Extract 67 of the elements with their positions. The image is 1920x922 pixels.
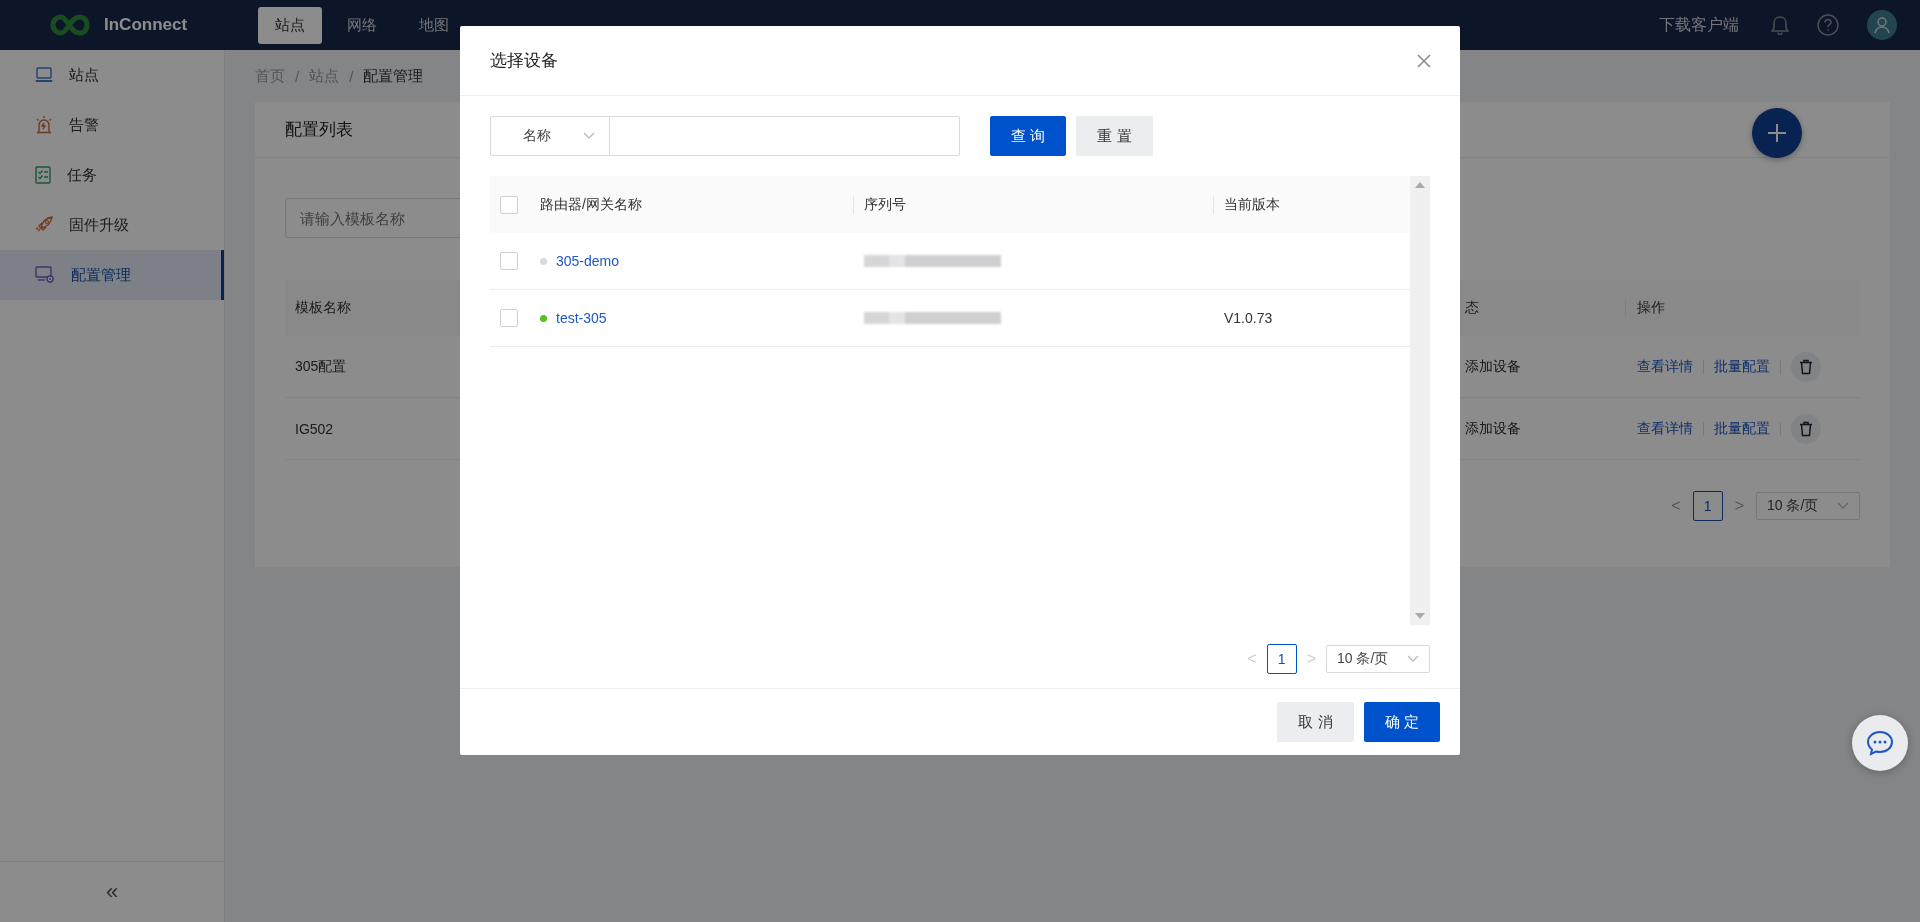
confirm-button[interactable]: 确 定 <box>1364 702 1440 742</box>
table-cell-text: IG502 <box>294 420 335 437</box>
bell-icon[interactable] <box>1771 15 1789 35</box>
device-link[interactable]: 305-demo <box>556 253 620 269</box>
column-header: 当前版本 <box>1224 195 1280 214</box>
help-icon[interactable] <box>1817 14 1839 36</box>
scroll-up-icon[interactable] <box>1415 182 1425 188</box>
scrollbar[interactable] <box>1410 176 1430 625</box>
action-link[interactable]: 查看详情 <box>1637 419 1693 438</box>
chat-button[interactable] <box>1852 715 1908 771</box>
column-header: 态 <box>1465 299 1480 317</box>
table-cell-text: 添加设备 <box>1465 419 1522 438</box>
sidebar-item[interactable]: 配置管理 <box>0 250 224 300</box>
column-header: 模板名称 <box>294 299 352 317</box>
column-header: 序列号 <box>864 195 906 214</box>
sidebar-item[interactable]: 固件升级 <box>0 200 224 250</box>
monitor-gear-icon <box>35 266 55 284</box>
sidebar-item[interactable]: 站点 <box>0 50 224 100</box>
cancel-button[interactable]: 取 消 <box>1277 702 1354 742</box>
reset-button[interactable]: 重 置 <box>1076 116 1153 156</box>
table-cell: V1.0.73 <box>1224 310 1273 326</box>
search-field[interactable] <box>609 116 960 156</box>
checkbox[interactable] <box>500 252 518 270</box>
trash-icon <box>1799 420 1813 437</box>
page-number[interactable]: 1 <box>1692 491 1723 521</box>
action-link[interactable]: 批量配置 <box>1714 357 1770 376</box>
rocket-icon <box>35 216 53 234</box>
column-header: 路由器/网关名称 <box>540 195 642 214</box>
checkbox[interactable] <box>500 195 518 214</box>
page-size-select[interactable]: 10 条/页 <box>1326 645 1430 673</box>
plus-icon <box>1767 123 1787 143</box>
alarm-light-icon <box>35 116 53 134</box>
prev-page-button[interactable]: < <box>1671 497 1681 515</box>
breadcrumb-separator: / <box>295 67 300 85</box>
device-link[interactable]: test-305 <box>556 310 607 326</box>
page-size-select[interactable]: 10 条/页 <box>1756 492 1860 520</box>
chat-bubble-icon <box>1866 730 1894 756</box>
table-cell-text: 添加设备 <box>1465 357 1522 376</box>
delete-button[interactable] <box>1791 413 1821 444</box>
action-link[interactable]: 批量配置 <box>1714 419 1770 438</box>
avatar-icon[interactable] <box>1867 10 1897 40</box>
next-page-button[interactable]: > <box>1734 497 1744 515</box>
logo-text: InConnect <box>104 15 188 35</box>
action-link[interactable]: 查看详情 <box>1637 357 1693 376</box>
chevron-down-icon <box>1407 655 1419 663</box>
chevron-down-icon <box>1837 502 1849 510</box>
card-title: 配置列表 <box>285 119 353 141</box>
collapse-toggle[interactable]: « <box>105 879 119 905</box>
breadcrumb-separator: / <box>349 67 354 85</box>
table-cell-text: 305配置 <box>294 357 348 376</box>
sidebar-item[interactable]: 任务 <box>0 150 224 200</box>
monitor-icon <box>35 67 53 83</box>
nav-tab[interactable]: 网络 <box>330 6 394 44</box>
page-number[interactable]: 1 <box>1266 644 1297 674</box>
trash-icon <box>1799 358 1813 375</box>
sidebar-item[interactable]: 告警 <box>0 100 224 150</box>
delete-button[interactable] <box>1791 351 1821 382</box>
checklist-icon <box>35 166 51 184</box>
scroll-down-icon[interactable] <box>1415 613 1425 619</box>
dialog-title: 选择设备 <box>490 50 558 72</box>
download-client-link[interactable]: 下载客户端 <box>1659 14 1739 36</box>
column-header: 操作 <box>1625 299 1860 317</box>
query-button[interactable]: 查 询 <box>990 116 1066 156</box>
checkbox[interactable] <box>500 309 518 327</box>
chevron-down-icon <box>583 132 595 140</box>
nav-tab[interactable]: 站点 <box>258 6 322 44</box>
close-icon[interactable] <box>1417 53 1431 68</box>
